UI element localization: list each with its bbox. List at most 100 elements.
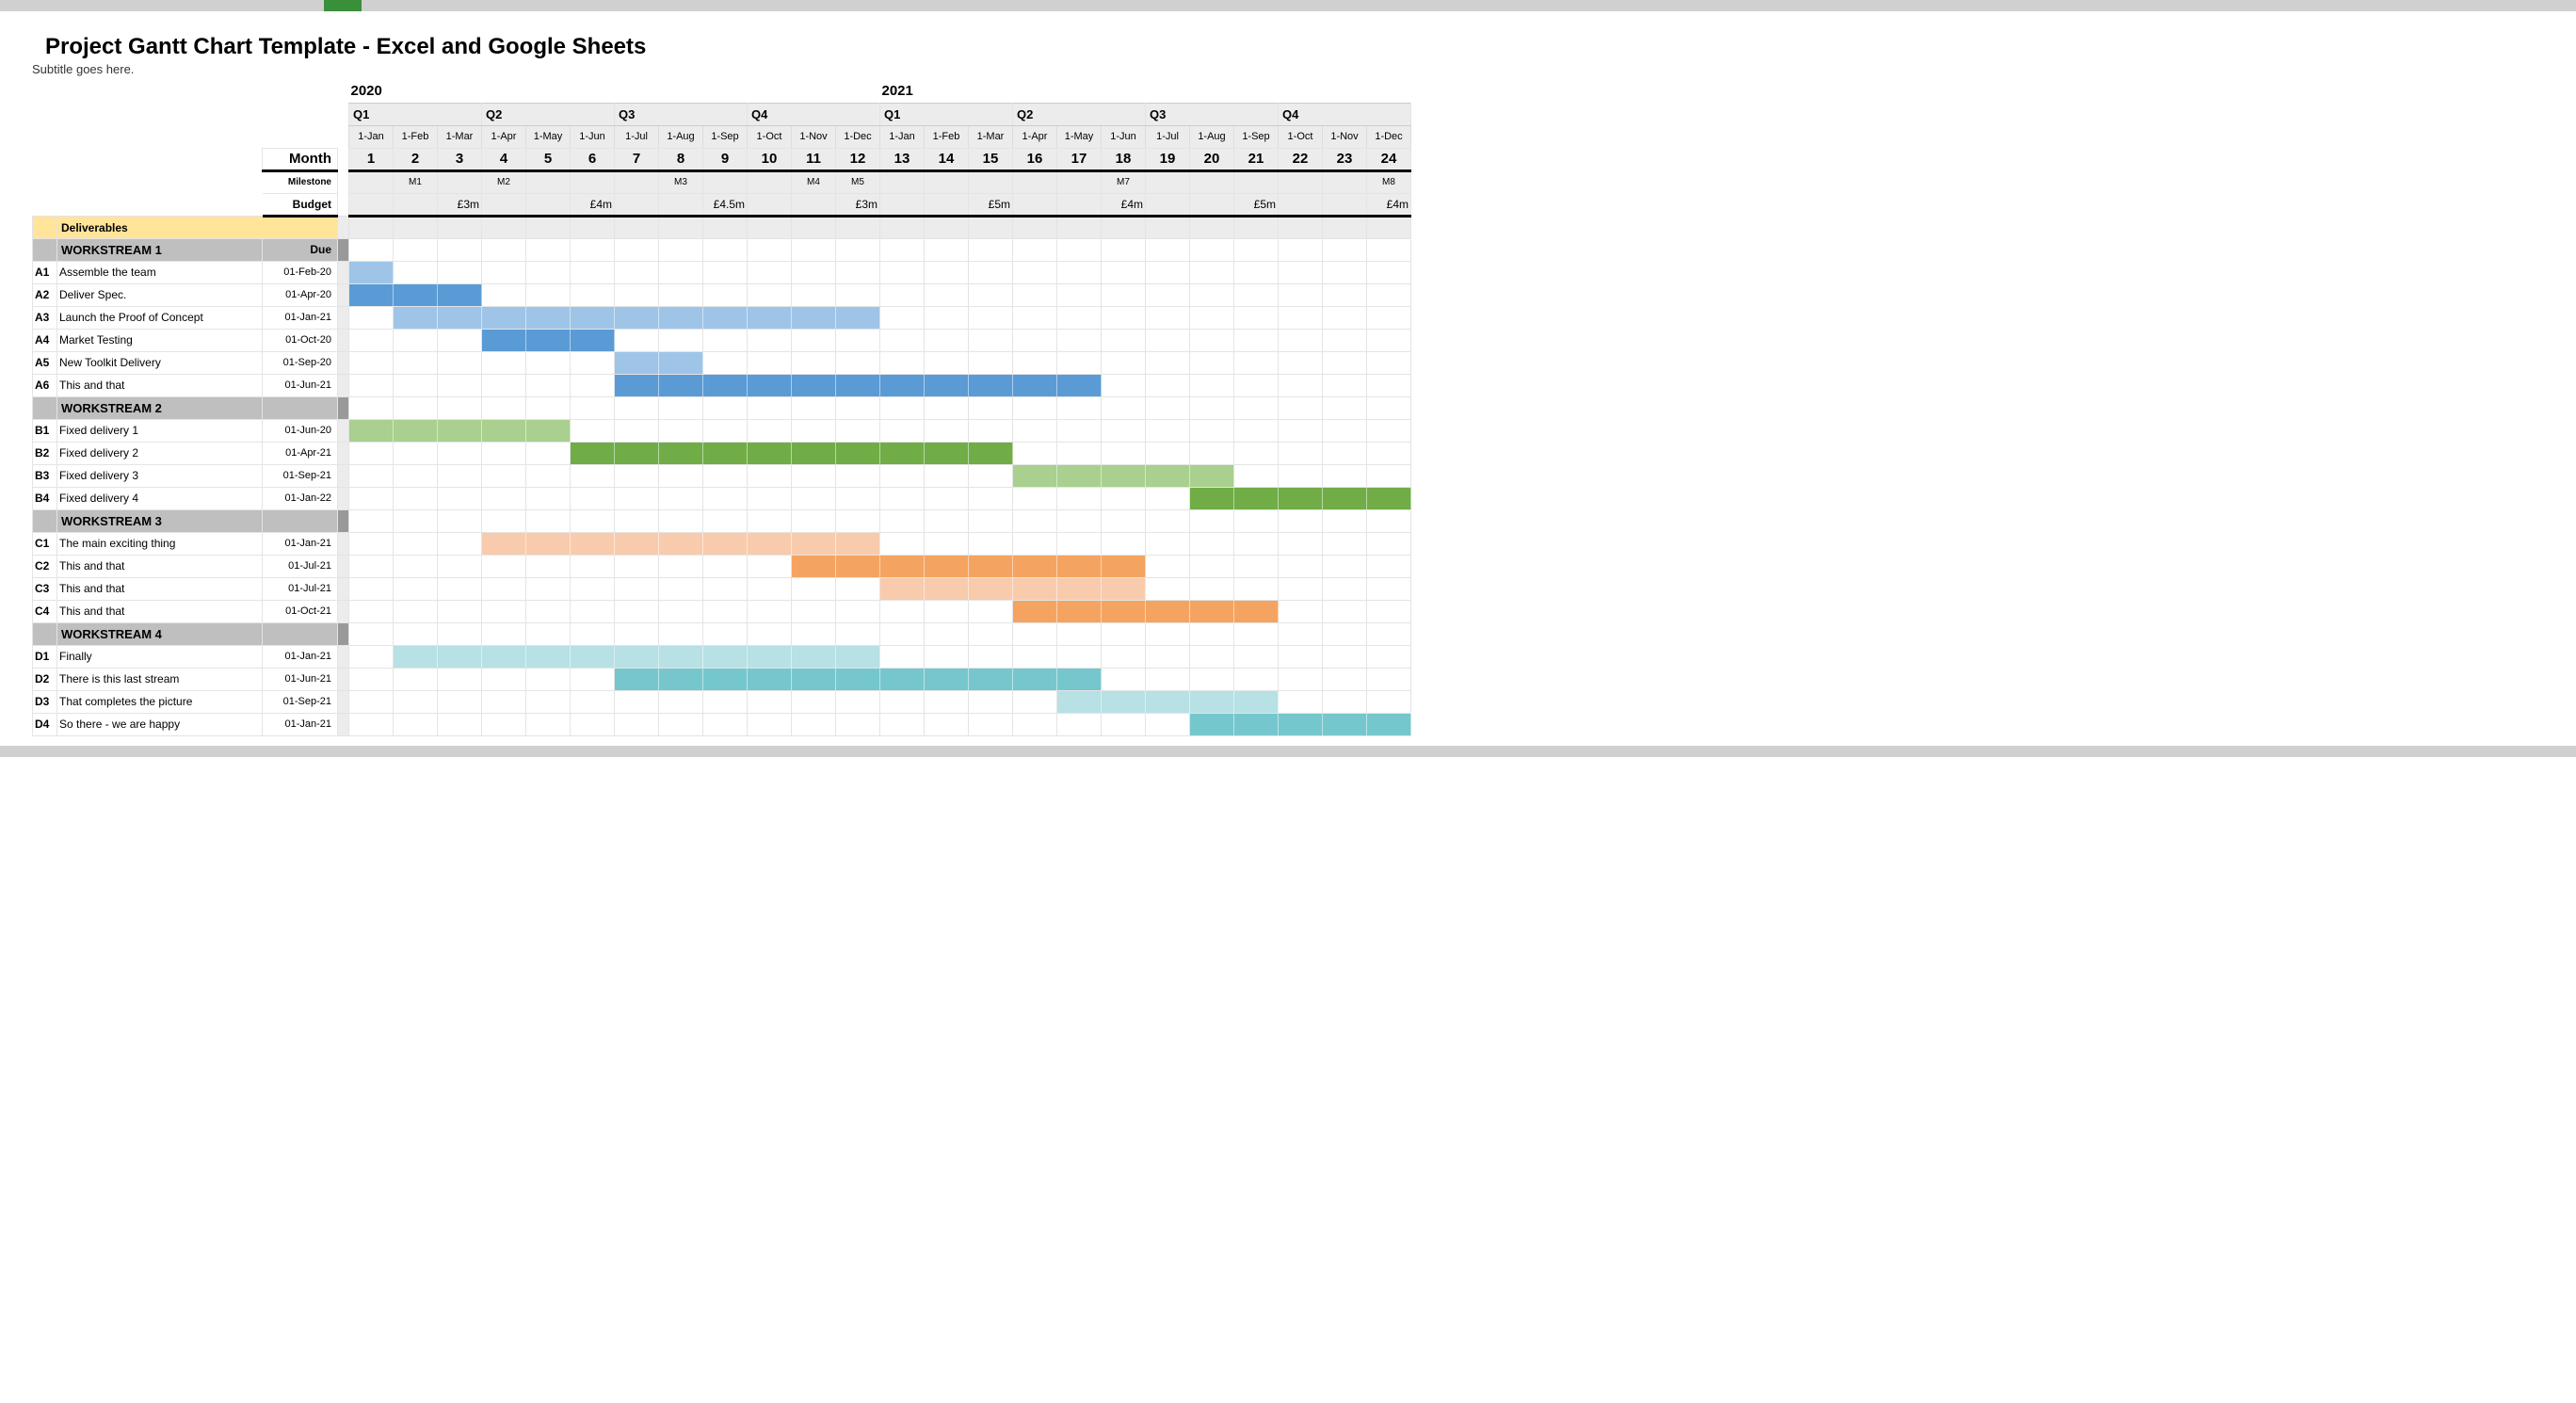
gantt-bar-segment[interactable] bbox=[615, 351, 659, 374]
gantt-bar-segment[interactable] bbox=[659, 668, 703, 690]
gantt-bar-segment[interactable] bbox=[571, 329, 615, 351]
gantt-bar-segment[interactable] bbox=[880, 668, 925, 690]
gantt-bar-segment[interactable] bbox=[1057, 374, 1102, 396]
gantt-bar-segment[interactable] bbox=[571, 532, 615, 555]
gantt-bar-segment[interactable] bbox=[349, 419, 394, 442]
gantt-bar-segment[interactable] bbox=[748, 442, 792, 464]
gantt-bar-segment[interactable] bbox=[1234, 690, 1279, 713]
gantt-bar-segment[interactable] bbox=[836, 374, 880, 396]
gantt-bar-segment[interactable] bbox=[703, 532, 748, 555]
gantt-bar-segment[interactable] bbox=[1013, 464, 1057, 487]
gantt-bar-segment[interactable] bbox=[836, 555, 880, 577]
gantt-bar-segment[interactable] bbox=[703, 374, 748, 396]
gantt-bar-segment[interactable] bbox=[1279, 487, 1323, 509]
gantt-bar-segment[interactable] bbox=[836, 645, 880, 668]
gantt-bar-segment[interactable] bbox=[703, 306, 748, 329]
gantt-bar-segment[interactable] bbox=[1057, 464, 1102, 487]
gantt-bar-segment[interactable] bbox=[659, 442, 703, 464]
gantt-bar-segment[interactable] bbox=[836, 532, 880, 555]
gantt-bar-segment[interactable] bbox=[1190, 690, 1234, 713]
gantt-bar-segment[interactable] bbox=[438, 283, 482, 306]
gantt-bar-segment[interactable] bbox=[659, 351, 703, 374]
gantt-bar-segment[interactable] bbox=[349, 261, 394, 283]
gantt-bar-segment[interactable] bbox=[1057, 668, 1102, 690]
gantt-bar-segment[interactable] bbox=[615, 442, 659, 464]
gantt-bar-segment[interactable] bbox=[1057, 690, 1102, 713]
gantt-bar-segment[interactable] bbox=[1367, 487, 1411, 509]
gantt-bar-segment[interactable] bbox=[748, 374, 792, 396]
gantt-bar-segment[interactable] bbox=[969, 442, 1013, 464]
gantt-bar-segment[interactable] bbox=[836, 668, 880, 690]
gantt-bar-segment[interactable] bbox=[792, 532, 836, 555]
gantt-bar-segment[interactable] bbox=[1323, 713, 1367, 735]
gantt-bar-segment[interactable] bbox=[880, 555, 925, 577]
gantt-bar-segment[interactable] bbox=[925, 374, 969, 396]
gantt-bar-segment[interactable] bbox=[1146, 464, 1190, 487]
gantt-bar-segment[interactable] bbox=[571, 645, 615, 668]
gantt-bar-segment[interactable] bbox=[748, 645, 792, 668]
gantt-bar-segment[interactable] bbox=[526, 419, 571, 442]
gantt-bar-segment[interactable] bbox=[1102, 577, 1146, 600]
gantt-bar-segment[interactable] bbox=[880, 577, 925, 600]
gantt-bar-segment[interactable] bbox=[1013, 577, 1057, 600]
gantt-bar-segment[interactable] bbox=[1146, 600, 1190, 622]
gantt-bar-segment[interactable] bbox=[1013, 555, 1057, 577]
gantt-bar-segment[interactable] bbox=[792, 668, 836, 690]
gantt-bar-segment[interactable] bbox=[792, 645, 836, 668]
gantt-bar-segment[interactable] bbox=[571, 306, 615, 329]
gantt-bar-segment[interactable] bbox=[1013, 600, 1057, 622]
gantt-bar-segment[interactable] bbox=[1367, 713, 1411, 735]
gantt-bar-segment[interactable] bbox=[394, 419, 438, 442]
gantt-bar-segment[interactable] bbox=[526, 532, 571, 555]
gantt-bar-segment[interactable] bbox=[1190, 713, 1234, 735]
gantt-bar-segment[interactable] bbox=[526, 306, 571, 329]
gantt-bar-segment[interactable] bbox=[438, 645, 482, 668]
gantt-bar-segment[interactable] bbox=[1234, 713, 1279, 735]
gantt-bar-segment[interactable] bbox=[703, 645, 748, 668]
gantt-bar-segment[interactable] bbox=[925, 668, 969, 690]
gantt-bar-segment[interactable] bbox=[836, 306, 880, 329]
gantt-bar-segment[interactable] bbox=[482, 306, 526, 329]
gantt-bar-segment[interactable] bbox=[615, 374, 659, 396]
gantt-bar-segment[interactable] bbox=[880, 442, 925, 464]
gantt-bar-segment[interactable] bbox=[1102, 555, 1146, 577]
gantt-bar-segment[interactable] bbox=[438, 419, 482, 442]
gantt-bar-segment[interactable] bbox=[925, 555, 969, 577]
gantt-bar-segment[interactable] bbox=[615, 532, 659, 555]
gantt-bar-segment[interactable] bbox=[526, 645, 571, 668]
gantt-bar-segment[interactable] bbox=[482, 329, 526, 351]
gantt-bar-segment[interactable] bbox=[1057, 555, 1102, 577]
gantt-bar-segment[interactable] bbox=[482, 645, 526, 668]
gantt-bar-segment[interactable] bbox=[394, 645, 438, 668]
gantt-table[interactable]: 20202021Q1Q2Q3Q4Q1Q2Q3Q41-Jan1-Feb1-Mar1… bbox=[32, 80, 1411, 736]
gantt-bar-segment[interactable] bbox=[836, 442, 880, 464]
gantt-bar-segment[interactable] bbox=[748, 668, 792, 690]
gantt-bar-segment[interactable] bbox=[1146, 690, 1190, 713]
gantt-bar-segment[interactable] bbox=[969, 374, 1013, 396]
gantt-bar-segment[interactable] bbox=[1013, 668, 1057, 690]
gantt-bar-segment[interactable] bbox=[792, 442, 836, 464]
gantt-bar-segment[interactable] bbox=[748, 306, 792, 329]
gantt-bar-segment[interactable] bbox=[482, 419, 526, 442]
gantt-bar-segment[interactable] bbox=[1279, 713, 1323, 735]
gantt-bar-segment[interactable] bbox=[925, 442, 969, 464]
gantt-bar-segment[interactable] bbox=[1190, 464, 1234, 487]
gantt-bar-segment[interactable] bbox=[969, 668, 1013, 690]
gantt-bar-segment[interactable] bbox=[482, 532, 526, 555]
gantt-bar-segment[interactable] bbox=[1102, 690, 1146, 713]
gantt-bar-segment[interactable] bbox=[1323, 487, 1367, 509]
gantt-bar-segment[interactable] bbox=[1234, 600, 1279, 622]
gantt-bar-segment[interactable] bbox=[615, 645, 659, 668]
gantt-bar-segment[interactable] bbox=[659, 306, 703, 329]
gantt-bar-segment[interactable] bbox=[571, 442, 615, 464]
gantt-bar-segment[interactable] bbox=[1234, 487, 1279, 509]
gantt-bar-segment[interactable] bbox=[394, 306, 438, 329]
gantt-bar-segment[interactable] bbox=[615, 306, 659, 329]
gantt-bar-segment[interactable] bbox=[969, 577, 1013, 600]
gantt-bar-segment[interactable] bbox=[748, 532, 792, 555]
gantt-bar-segment[interactable] bbox=[1102, 600, 1146, 622]
gantt-bar-segment[interactable] bbox=[394, 283, 438, 306]
gantt-bar-segment[interactable] bbox=[349, 283, 394, 306]
gantt-bar-segment[interactable] bbox=[1190, 600, 1234, 622]
gantt-bar-segment[interactable] bbox=[1190, 487, 1234, 509]
